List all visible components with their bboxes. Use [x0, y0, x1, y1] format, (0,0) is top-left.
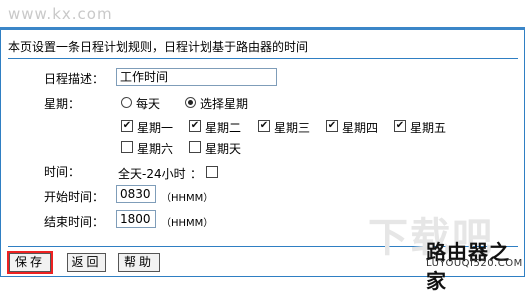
page-description: 本页设置一条日程计划规则，日程计划基于路由器的时间 — [8, 40, 309, 54]
radio-everyday[interactable] — [121, 97, 132, 108]
schedule-desc-input[interactable]: 工作时间 — [116, 68, 277, 86]
day-saturday-label: 星期六 — [137, 142, 174, 156]
checkbox-saturday[interactable] — [121, 141, 133, 153]
time-label: 时间： — [44, 165, 81, 179]
checkbox-monday[interactable]: ✔ — [121, 120, 133, 132]
checkbox-thursday[interactable]: ✔ — [326, 120, 338, 132]
checkbox-allday[interactable] — [206, 166, 218, 178]
checkbox-wednesday[interactable]: ✔ — [258, 120, 270, 132]
radio-select-days-label: 选择星期 — [200, 97, 249, 111]
start-time-label: 开始时间： — [44, 190, 105, 204]
title-bar: www.kx.com — [0, 0, 525, 27]
day-friday-label: 星期五 — [410, 121, 447, 135]
schedule-desc-label: 日程描述： — [44, 72, 105, 86]
window-title: www.kx.com — [8, 5, 113, 23]
radio-select-days[interactable] — [185, 97, 196, 108]
day-wednesday-label: 星期三 — [274, 121, 311, 135]
start-time-input[interactable]: 0830 — [116, 185, 156, 203]
help-button[interactable]: 帮助 — [118, 253, 160, 272]
end-time-label: 结束时间： — [44, 215, 105, 229]
checkbox-sunday[interactable] — [189, 141, 201, 153]
allday-label: 全天-24小时 — [118, 167, 186, 181]
back-button[interactable]: 返回 — [67, 253, 106, 272]
watermark-url: LUYOUQI520.COM — [426, 258, 523, 269]
start-time-hint: （HHMM） — [161, 193, 214, 204]
checkbox-tuesday[interactable]: ✔ — [189, 120, 201, 132]
day-sunday-label: 星期天 — [205, 142, 242, 156]
day-tuesday-label: 星期二 — [205, 121, 242, 135]
day-monday-label: 星期一 — [137, 121, 174, 135]
end-time-input[interactable]: 1800 — [116, 210, 156, 228]
day-thursday-label: 星期四 — [342, 121, 379, 135]
divider-top — [8, 58, 518, 59]
week-label: 星期： — [44, 97, 81, 111]
allday-separator: ： — [190, 167, 203, 181]
radio-everyday-label: 每天 — [136, 97, 161, 111]
save-button[interactable]: 保存 — [7, 251, 53, 274]
end-time-hint: （HHMM） — [161, 218, 214, 229]
checkbox-friday[interactable]: ✔ — [394, 120, 406, 132]
